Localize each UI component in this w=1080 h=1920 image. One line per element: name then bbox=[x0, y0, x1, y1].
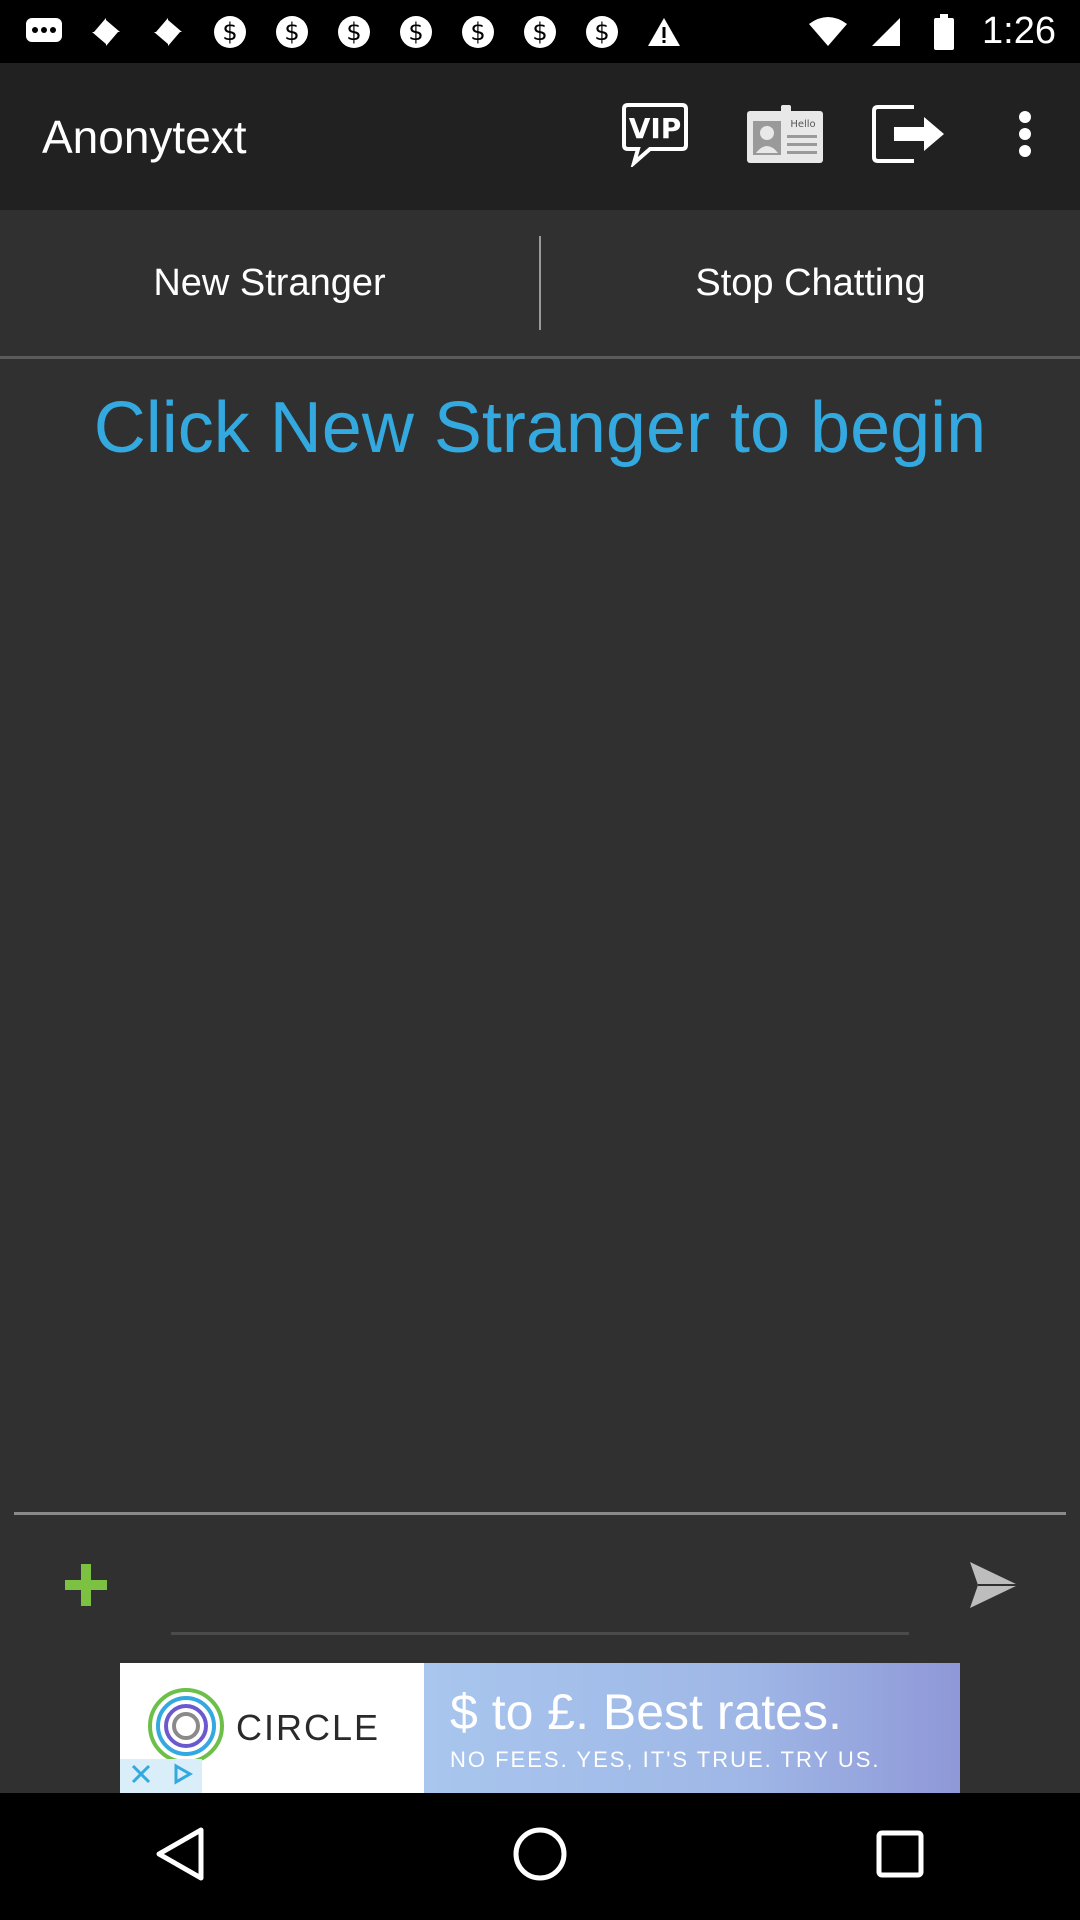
pinwheel-icon bbox=[86, 12, 126, 52]
system-nav-bar bbox=[0, 1793, 1080, 1920]
hello-card-icon: Hello bbox=[745, 103, 825, 170]
back-icon bbox=[155, 1826, 205, 1887]
svg-text:$: $ bbox=[346, 18, 361, 46]
svg-text:Hello: Hello bbox=[790, 119, 815, 130]
home-button[interactable] bbox=[480, 1797, 600, 1917]
svg-text:$: $ bbox=[532, 18, 547, 46]
recents-icon bbox=[875, 1829, 925, 1884]
dollar-icon: $ bbox=[334, 12, 374, 52]
dollar-icon: $ bbox=[582, 12, 622, 52]
recents-button[interactable] bbox=[840, 1797, 960, 1917]
svg-text:$: $ bbox=[470, 18, 485, 46]
svg-text:$: $ bbox=[284, 18, 299, 46]
logout-icon bbox=[872, 103, 948, 170]
add-attachment-button[interactable] bbox=[0, 1515, 171, 1660]
dollar-icon: $ bbox=[272, 12, 312, 52]
ad-logo: CIRCLE bbox=[120, 1663, 424, 1793]
ad-info-icon[interactable] bbox=[171, 1762, 193, 1790]
dollar-icon: $ bbox=[210, 12, 250, 52]
status-right: 1:26 bbox=[808, 10, 1080, 53]
overflow-menu-button[interactable] bbox=[970, 63, 1080, 210]
app-actions: VIP Hello bbox=[590, 63, 1080, 210]
svg-text:$: $ bbox=[222, 18, 237, 46]
svg-text:$: $ bbox=[594, 18, 609, 46]
hello-card-button[interactable]: Hello bbox=[720, 63, 850, 210]
vip-button[interactable]: VIP bbox=[590, 63, 720, 210]
signal-icon bbox=[866, 12, 906, 52]
tab-bar: New Stranger Stop Chatting bbox=[0, 210, 1080, 359]
message-area: Click New Stranger to begin bbox=[0, 359, 1080, 1511]
send-button[interactable] bbox=[909, 1515, 1080, 1660]
warning-icon bbox=[644, 12, 684, 52]
ad-banner[interactable]: CIRCLE $ to £. Best rates. NO FEES. YES,… bbox=[120, 1663, 960, 1793]
status-time: 1:26 bbox=[982, 10, 1056, 52]
logout-button[interactable] bbox=[850, 63, 970, 210]
overflow-menu-icon bbox=[1018, 111, 1032, 162]
dollar-icon: $ bbox=[458, 12, 498, 52]
plus-icon bbox=[63, 1562, 109, 1613]
home-icon bbox=[512, 1826, 568, 1887]
notification-icons: $ $ $ $ $ $ $ bbox=[0, 12, 684, 52]
svg-text:VIP: VIP bbox=[629, 112, 682, 145]
app-bar: Anonytext VIP Hello bbox=[0, 63, 1080, 210]
app-title: Anonytext bbox=[42, 110, 247, 163]
message-input[interactable] bbox=[171, 1560, 909, 1635]
new-stranger-button[interactable]: New Stranger bbox=[0, 210, 539, 356]
ad-subline: NO FEES. YES, IT'S TRUE. TRY US. bbox=[450, 1747, 881, 1772]
send-icon bbox=[968, 1560, 1020, 1615]
ad-choices[interactable] bbox=[120, 1759, 202, 1793]
ad-brand: CIRCLE bbox=[236, 1707, 381, 1748]
pinwheel-icon bbox=[148, 12, 188, 52]
wifi-icon bbox=[808, 12, 848, 52]
close-icon[interactable] bbox=[130, 1763, 152, 1790]
ad-headline: $ to £. Best rates. bbox=[450, 1684, 842, 1740]
dollar-icon: $ bbox=[520, 12, 560, 52]
stop-chatting-button[interactable]: Stop Chatting bbox=[541, 210, 1080, 356]
circle-logo-icon bbox=[146, 1686, 226, 1771]
status-bar: $ $ $ $ $ $ $ 1:26 bbox=[0, 0, 1080, 63]
composer bbox=[0, 1515, 1080, 1660]
battery-icon bbox=[924, 12, 964, 52]
vip-icon: VIP bbox=[620, 101, 690, 172]
empty-state-hint: Click New Stranger to begin bbox=[93, 388, 987, 468]
back-button[interactable] bbox=[120, 1797, 240, 1917]
messages-icon bbox=[24, 12, 64, 52]
svg-text:$: $ bbox=[408, 18, 423, 46]
dollar-icon: $ bbox=[396, 12, 436, 52]
ad-copy: $ to £. Best rates. NO FEES. YES, IT'S T… bbox=[424, 1663, 960, 1793]
